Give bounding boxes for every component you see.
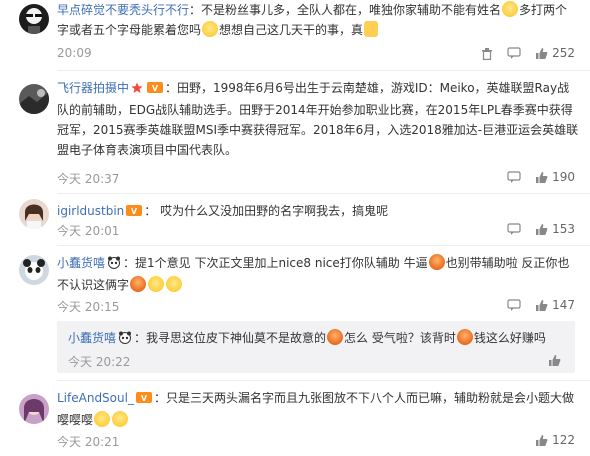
vip-badge-icon: V — [126, 203, 143, 223]
like-button[interactable]: 153 — [535, 222, 575, 236]
comment-text: ：只是三天两头漏名字而且九张图放不下八个人而已嘛，辅助粉就是会小题大做嘤嘤嘤 — [57, 391, 574, 427]
avatar[interactable] — [19, 84, 49, 114]
thumbs-up-emoji-icon — [364, 21, 379, 37]
laugh-emoji-icon — [94, 411, 111, 427]
reply-text-end: 钱这么好赚吗 — [473, 331, 546, 345]
comment-actions: 147 — [507, 298, 575, 312]
thumbs-up-icon — [536, 434, 548, 446]
doge-emoji-icon — [428, 254, 445, 270]
doge-emoji-icon — [456, 329, 473, 345]
laugh-emoji-icon — [502, 1, 519, 17]
like-count: 153 — [552, 222, 575, 236]
panda-badge-icon — [107, 255, 121, 275]
like-button[interactable]: 122 — [535, 433, 575, 447]
timestamp: 今天 20:21 — [57, 435, 120, 449]
like-count: 122 — [552, 433, 575, 447]
timestamp: 今天 20:01 — [57, 224, 120, 238]
reply-like-button[interactable] — [548, 354, 561, 370]
divider — [57, 193, 590, 194]
thumbs-up-icon — [536, 299, 548, 311]
laugh-emoji-icon — [112, 411, 129, 427]
like-button[interactable]: 190 — [535, 170, 575, 184]
reply-icon[interactable] — [507, 222, 521, 236]
laugh-emoji-icon — [166, 276, 183, 292]
like-button[interactable]: 147 — [535, 298, 575, 312]
reply-username[interactable]: 小蠢货嘻 — [68, 331, 116, 345]
reply-timestamp: 今天 20:22 — [68, 355, 131, 369]
svg-text:V: V — [152, 84, 159, 93]
username[interactable]: 飞行器拍摄中 — [57, 81, 129, 95]
comment-text: ： 哎为什么又没加田野的名字啊我去，搞鬼呢 — [144, 204, 389, 218]
delete-icon[interactable] — [481, 47, 493, 60]
like-count: 147 — [552, 298, 575, 312]
laugh-emoji-icon — [148, 276, 165, 292]
thumbs-up-icon — [536, 47, 548, 59]
like-button[interactable]: 252 — [535, 46, 575, 60]
avatar[interactable] — [19, 199, 49, 229]
divider — [57, 245, 590, 246]
timestamp: 今天 20:37 — [57, 172, 120, 186]
comment-actions: 190 — [507, 170, 575, 184]
reply-icon[interactable] — [507, 298, 521, 312]
timestamp: 20:09 — [57, 46, 92, 60]
reply-icon[interactable] — [507, 170, 521, 184]
vip-badge-icon: V — [147, 80, 164, 100]
avatar[interactable] — [19, 4, 49, 34]
timestamp: 今天 20:15 — [57, 300, 120, 314]
username[interactable]: LifeAndSoul_ — [57, 391, 134, 405]
avatar[interactable] — [19, 255, 49, 285]
username[interactable]: 小蠢货嘻 — [57, 256, 105, 270]
vip-badge-icon: V — [135, 390, 152, 410]
comment-text: ：提1个意见 下次正文里加上nice8 nice打你队辅助 牛逼 — [123, 256, 428, 270]
comment-text-end: 想想自己这几天干的事，真 — [219, 23, 364, 37]
username[interactable]: 早点碎觉不要秃头行不行 — [57, 3, 189, 17]
doge-emoji-icon — [130, 276, 147, 292]
like-count: 252 — [552, 46, 575, 60]
avatar[interactable] — [19, 394, 49, 424]
thumbs-up-icon — [536, 171, 548, 183]
svg-text:V: V — [131, 207, 138, 216]
like-count: 190 — [552, 170, 575, 184]
username[interactable]: igirldustbin — [57, 204, 124, 218]
svg-text:V: V — [141, 394, 148, 403]
reply-box: 小蠢货嘻 ：我寻思这位皮下神仙莫不是故意的 怎么 受气啦？该背时 钱这么好赚吗 今天 … — [57, 321, 575, 373]
reply-text: ：我寻思这位皮下神仙莫不是故意的 — [134, 331, 327, 345]
star-badge-icon — [131, 80, 143, 100]
comment-text: ：不是粉丝事儿多，全队人都在，唯独你家辅助不能有姓名 — [189, 3, 502, 17]
divider — [57, 380, 590, 381]
reply-text-cont: 怎么 受气啦？该背时 — [344, 331, 456, 345]
comment-actions: 122 — [535, 433, 575, 447]
divider — [57, 70, 590, 71]
panda-badge-icon — [118, 330, 132, 350]
thumbs-up-icon — [549, 355, 561, 366]
thumbs-up-icon — [536, 223, 548, 235]
comment-actions: 252 — [481, 46, 575, 60]
doge-emoji-icon — [327, 329, 344, 345]
comment-actions: 153 — [507, 222, 575, 236]
reply-icon[interactable] — [507, 46, 521, 60]
laugh-emoji-icon — [202, 21, 219, 37]
